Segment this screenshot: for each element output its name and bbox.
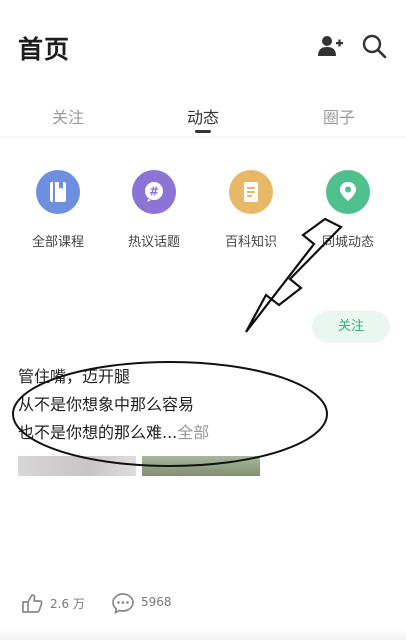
tab-follow[interactable]: 关注	[52, 104, 84, 128]
tab-circles[interactable]: 圈子	[323, 104, 355, 128]
tab-bar: 关注 动态 圈子	[0, 92, 406, 138]
category-label: 同城动态	[321, 235, 374, 250]
page-title: 首页	[18, 35, 71, 64]
book-icon	[36, 170, 80, 214]
add-user-icon[interactable]	[316, 32, 344, 60]
comment-count: 5968	[141, 595, 172, 609]
follow-button[interactable]: 关注	[312, 311, 390, 343]
post-line: 从不是你想象中那么容易	[18, 395, 195, 414]
post-line-text: 也不是你想的那么难...	[18, 423, 178, 442]
category-label: 热议话题	[127, 235, 180, 250]
post-image[interactable]	[142, 456, 260, 476]
post-line-last: 也不是你想的那么难...全部	[18, 419, 318, 447]
document-icon	[229, 170, 273, 214]
comment-icon	[112, 593, 134, 614]
post-line: 管住嘴，迈开腿	[18, 367, 131, 386]
active-tab-indicator	[195, 130, 211, 133]
category-label: 全部课程	[31, 235, 84, 250]
category-local-feed[interactable]: 同城动态	[303, 170, 393, 250]
hashtag-bubble-icon: #	[132, 170, 176, 214]
category-all-courses[interactable]: 全部课程	[13, 170, 103, 250]
category-hot-topics[interactable]: # 热议话题	[109, 170, 199, 250]
post-image[interactable]	[18, 456, 136, 476]
tabs-divider	[0, 136, 406, 140]
like-count: 2.6 万	[50, 597, 85, 611]
like-icon	[22, 594, 43, 613]
category-encyclopedia[interactable]: 百科知识	[206, 170, 296, 250]
category-label: 百科知识	[224, 235, 277, 250]
expand-more-link[interactable]: 全部	[177, 423, 209, 442]
search-icon[interactable]	[360, 32, 388, 60]
post-body[interactable]: 管住嘴，迈开腿 从不是你想象中那么容易 也不是你想的那么难...全部	[18, 363, 318, 447]
bottom-divider	[0, 628, 406, 640]
tab-feed[interactable]: 动态	[187, 104, 219, 128]
location-pin-icon	[326, 170, 370, 214]
svg-text:#: #	[149, 185, 159, 199]
app-header: 首页	[0, 0, 406, 92]
